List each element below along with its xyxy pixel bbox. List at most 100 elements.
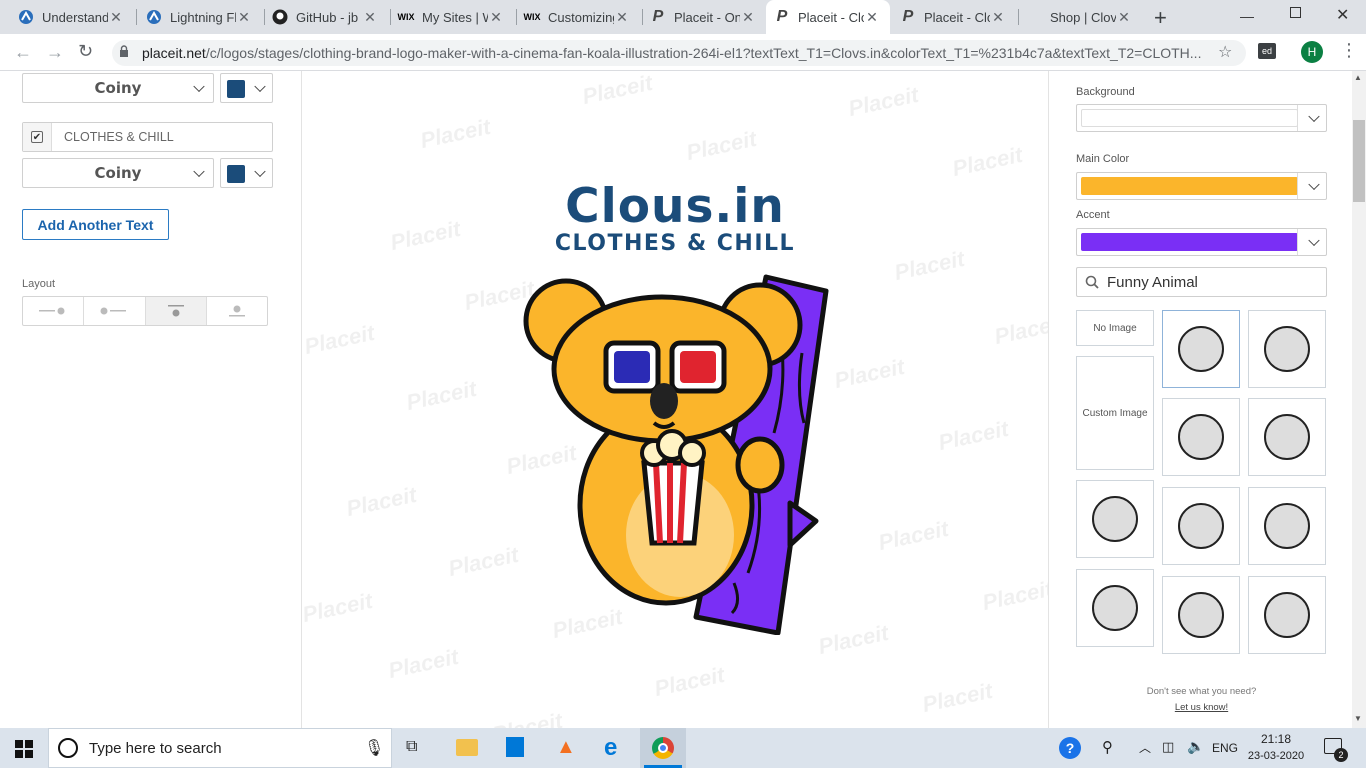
color-swatch: [227, 165, 245, 183]
font-select-1[interactable]: Coiny: [22, 73, 214, 103]
close-icon[interactable]: ✕: [614, 9, 630, 26]
graphic-thumb-koala[interactable]: [1162, 310, 1240, 388]
layout-option-text-left[interactable]: [23, 297, 85, 325]
cat-thumbnail-icon: [1178, 503, 1224, 549]
vlc-icon[interactable]: ▲: [556, 736, 576, 759]
placeit-icon: P: [902, 8, 914, 25]
bookmark-star-icon[interactable]: ☆: [1218, 42, 1232, 62]
lock-icon[interactable]: [119, 45, 129, 57]
scroll-up-arrow-icon[interactable]: ▲: [1354, 73, 1362, 82]
chevron-down-icon: [193, 80, 205, 93]
graphic-thumb-dog-house[interactable]: [1076, 569, 1154, 647]
graphic-thumb-raccoon[interactable]: [1248, 576, 1326, 654]
browser-tab[interactable]: WIX My Sites | W ✕: [390, 0, 514, 34]
reload-icon[interactable]: ↻: [78, 41, 93, 62]
microphone-icon[interactable]: 🎙: [364, 738, 384, 758]
new-tab-button[interactable]: +: [1154, 5, 1167, 31]
divider: [1297, 229, 1298, 255]
clock-time[interactable]: 21:18: [1250, 732, 1302, 746]
file-explorer-icon[interactable]: [456, 739, 478, 756]
color-select-1[interactable]: [220, 73, 273, 103]
graphic-thumb-cat-ninja[interactable]: [1248, 310, 1326, 388]
clock-date[interactable]: 23-03-2020: [1246, 750, 1306, 762]
browser-tab[interactable]: Lightning Fl ✕: [138, 0, 262, 34]
language-indicator[interactable]: ENG: [1212, 741, 1238, 755]
cat-thumbnail-icon: [1264, 414, 1310, 460]
add-another-text-button[interactable]: Add Another Text: [22, 209, 169, 240]
graphic-thumb-cat-lying[interactable]: [1248, 398, 1326, 476]
text-2-input[interactable]: CLOTHES & CHILL: [64, 130, 174, 144]
browser-tab[interactable]: Shop | Clov ✕: [1018, 0, 1142, 34]
layout-option-text-bottom[interactable]: [207, 297, 267, 325]
watermark: Placeit: [652, 661, 727, 702]
accent-color-select[interactable]: [1076, 228, 1327, 256]
main-color-select[interactable]: [1076, 172, 1327, 200]
windows-start-icon[interactable]: [15, 740, 33, 763]
profile-avatar[interactable]: H: [1301, 41, 1323, 63]
back-icon[interactable]: ←: [14, 42, 32, 63]
task-view-icon[interactable]: ⧉: [406, 738, 417, 756]
close-icon[interactable]: ✕: [1116, 9, 1132, 26]
menu-kebab-icon[interactable]: ⋮: [1340, 40, 1358, 61]
window-close-button[interactable]: ✕: [1336, 5, 1349, 25]
appian-icon: [18, 9, 34, 25]
store-icon[interactable]: [506, 737, 524, 757]
address-bar[interactable]: placeit.net/c/logos/stages/clothing-bran…: [112, 40, 1246, 66]
close-icon[interactable]: ✕: [488, 9, 504, 26]
dog-thumbnail-icon: [1092, 585, 1138, 631]
watermark: Placeit: [490, 707, 565, 728]
people-icon[interactable]: ⚲: [1102, 738, 1113, 756]
volume-icon[interactable]: 🔈: [1187, 738, 1204, 755]
close-icon[interactable]: ✕: [864, 9, 880, 26]
minimize-button[interactable]: —: [1240, 8, 1254, 24]
let-us-know-link[interactable]: Let us know!: [1076, 702, 1327, 713]
graphic-thumb-dog-bed[interactable]: [1162, 398, 1240, 476]
layout-option-text-top[interactable]: [145, 297, 207, 325]
close-icon[interactable]: ✕: [740, 9, 756, 26]
chevron-down-icon: [254, 165, 266, 178]
background-color-select[interactable]: [1076, 104, 1327, 132]
browser-tab[interactable]: P Placeit - Clo ✕: [892, 0, 1016, 34]
browser-tab[interactable]: WIX Customizing ✕: [516, 0, 640, 34]
logo-tagline[interactable]: CLOTHES & CHILL: [524, 231, 826, 256]
scrollbar-thumb[interactable]: [1353, 120, 1365, 202]
graphic-thumb-lucky-cat[interactable]: [1248, 487, 1326, 565]
maximize-button[interactable]: [1290, 7, 1301, 18]
notification-count-badge: 2: [1334, 748, 1348, 762]
graphic-thumb-cat-sitting[interactable]: [1076, 480, 1154, 558]
graphic-search-input[interactable]: Funny Animal: [1076, 267, 1327, 297]
network-icon[interactable]: ◫: [1162, 739, 1174, 755]
browser-tab-active[interactable]: P Placeit - Clo ✕: [766, 0, 890, 34]
koala-illustration[interactable]: [520, 273, 830, 635]
font-select-2[interactable]: Coiny: [22, 158, 214, 188]
tab-title: Customizing: [548, 9, 614, 25]
extension-icon[interactable]: ed: [1258, 43, 1276, 59]
graphic-thumb-fish[interactable]: [1162, 576, 1240, 654]
browser-tab[interactable]: Understand ✕: [10, 0, 134, 34]
watermark: Placeit: [388, 215, 463, 256]
scroll-down-arrow-icon[interactable]: ▼: [1354, 714, 1362, 723]
close-icon[interactable]: ✕: [990, 9, 1006, 26]
layout-option-text-right[interactable]: [84, 297, 146, 325]
chevron-up-icon[interactable]: ︿: [1139, 739, 1151, 756]
watermark: Placeit: [832, 353, 907, 394]
logo-brand-name[interactable]: Clous.in: [524, 179, 826, 234]
browser-tab[interactable]: GitHub - jb ✕: [264, 0, 388, 34]
text-toggle-checkbox[interactable]: ✔: [23, 123, 52, 151]
watermark: Placeit: [404, 375, 479, 416]
close-icon[interactable]: ✕: [108, 9, 124, 26]
close-icon[interactable]: ✕: [362, 9, 378, 26]
watermark: Placeit: [386, 643, 461, 684]
help-icon[interactable]: ?: [1059, 737, 1081, 759]
search-input-value: Funny Animal: [1107, 273, 1198, 291]
custom-image-option[interactable]: Custom Image: [1076, 356, 1154, 470]
color-select-2[interactable]: [220, 158, 273, 188]
browser-tab[interactable]: P Placeit - On ✕: [642, 0, 766, 34]
graphic-thumb-cat-ball[interactable]: [1162, 487, 1240, 565]
taskbar-search-box[interactable]: Type here to search: [48, 728, 392, 768]
edge-icon[interactable]: e: [604, 734, 617, 762]
close-icon[interactable]: ✕: [236, 9, 252, 26]
no-image-option[interactable]: No Image: [1076, 310, 1154, 346]
chevron-down-icon: [193, 165, 205, 178]
forward-icon[interactable]: →: [46, 42, 64, 63]
